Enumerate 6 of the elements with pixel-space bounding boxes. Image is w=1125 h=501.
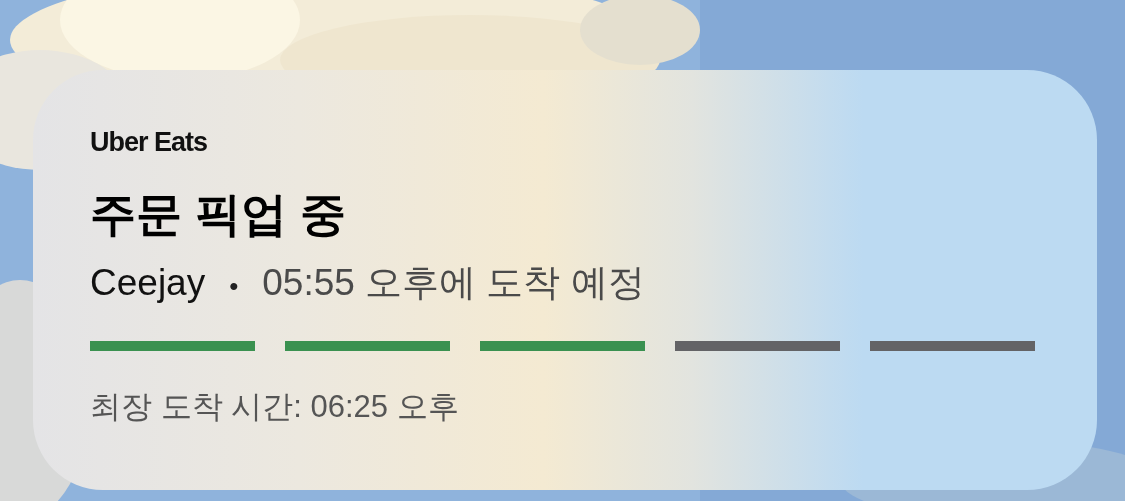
arrival-estimate: 05:55 오후에 도착 예정 <box>262 261 645 305</box>
status-title: 주문 픽업 중 <box>90 187 346 242</box>
brand-logo: Uber Eats <box>90 126 208 158</box>
driver-name: Ceejay <box>90 261 206 305</box>
latest-arrival-time: 최장 도착 시간: 06:25 오후 <box>90 388 459 426</box>
separator-dot: • <box>229 270 239 303</box>
